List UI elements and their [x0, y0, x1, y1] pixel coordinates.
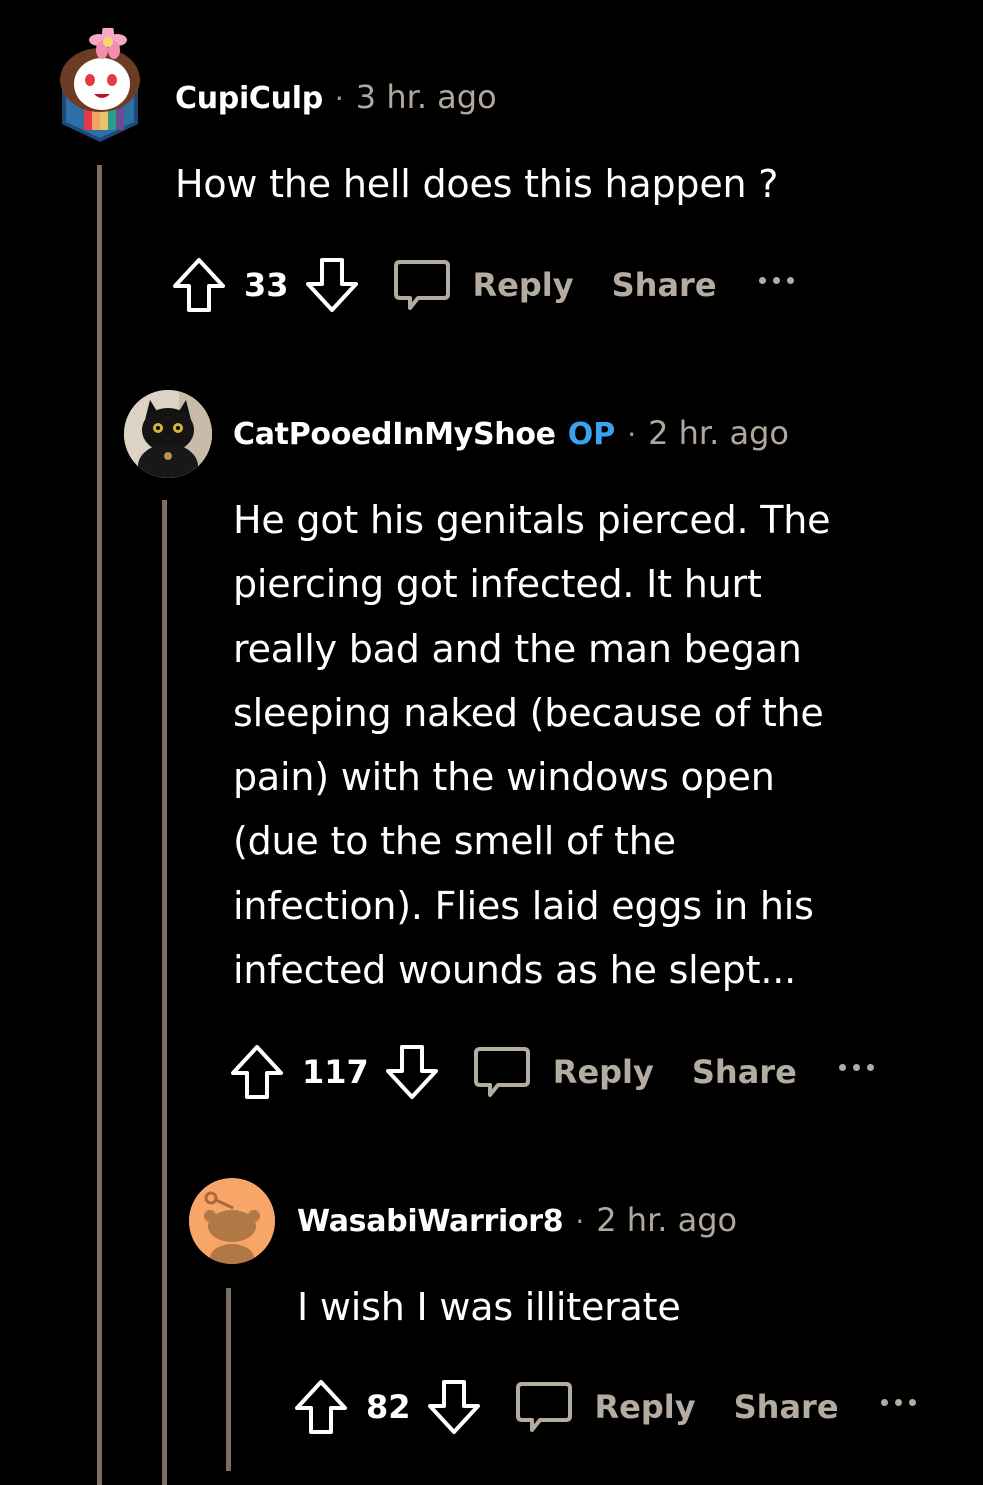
body-line: pain) with the windows open [233, 755, 775, 800]
thread-line-level-1[interactable] [97, 165, 102, 1485]
timestamp[interactable]: 2 hr. ago [648, 414, 789, 452]
comment-body: I wish I was illiterate [297, 1285, 681, 1329]
comment-bubble-icon[interactable] [513, 1378, 575, 1436]
share-button[interactable]: Share [692, 1053, 797, 1091]
comment-meta: CupiCulp · 3 hr. ago [175, 78, 497, 116]
comment-body: He got his genitals pierced. The piercin… [233, 488, 831, 1002]
score: 33 [244, 266, 289, 304]
downvote-icon[interactable] [425, 1378, 483, 1436]
comment-meta: CatPooedInMyShoe OP · 2 hr. ago [233, 414, 789, 452]
reply-button[interactable]: Reply [473, 266, 574, 304]
thread-line-level-3[interactable] [226, 1288, 231, 1471]
avatar[interactable] [124, 390, 212, 478]
reply-button[interactable]: Reply [595, 1388, 696, 1426]
username[interactable]: CatPooedInMyShoe [233, 417, 556, 452]
body-line: piercing got infected. It hurt [233, 562, 762, 607]
username[interactable]: WasabiWarrior8 [297, 1204, 564, 1239]
score: 82 [366, 1388, 411, 1426]
share-button[interactable]: Share [734, 1388, 839, 1426]
body-line: really bad and the man began [233, 626, 802, 671]
share-button[interactable]: Share [612, 266, 717, 304]
upvote-icon[interactable] [228, 1043, 286, 1101]
more-options-icon[interactable] [758, 270, 794, 290]
black-cat-photo-avatar-icon [124, 390, 212, 478]
default-snoo-avatar-icon [189, 1178, 275, 1264]
op-badge: OP [567, 417, 616, 452]
body-line: (due to the smell of the [233, 819, 676, 864]
downvote-icon[interactable] [383, 1043, 441, 1101]
avatar[interactable] [189, 1178, 275, 1264]
comment-bubble-icon[interactable] [471, 1043, 533, 1101]
comment-actions: 33 Reply Share [170, 255, 794, 315]
comment-meta: WasabiWarrior8 · 2 hr. ago [297, 1201, 737, 1239]
more-options-icon[interactable] [838, 1057, 874, 1077]
reply-button[interactable]: Reply [553, 1053, 654, 1091]
body-line: infected wounds as he slept... [233, 948, 796, 993]
meta-separator: · [627, 418, 637, 451]
timestamp[interactable]: 3 hr. ago [356, 78, 497, 116]
body-line: sleeping naked (because of the [233, 690, 824, 735]
username[interactable]: CupiCulp [175, 81, 323, 116]
body-line: infection). Flies laid eggs in his [233, 883, 814, 928]
timestamp[interactable]: 2 hr. ago [596, 1201, 737, 1239]
downvote-icon[interactable] [303, 256, 361, 314]
meta-separator: · [334, 82, 344, 115]
comment-actions: 117 Reply Share [228, 1042, 874, 1102]
avatar[interactable] [50, 23, 150, 142]
upvote-icon[interactable] [170, 256, 228, 314]
more-options-icon[interactable] [880, 1392, 916, 1412]
comment-actions: 82 Reply Share [292, 1377, 916, 1437]
comment-body: How the hell does this happen ? [175, 162, 779, 206]
pink-flower-character-avatar-icon [60, 23, 140, 142]
comment-bubble-icon[interactable] [391, 256, 453, 314]
meta-separator: · [575, 1205, 585, 1238]
body-line: He got his genitals pierced. The [233, 498, 831, 542]
upvote-icon[interactable] [292, 1378, 350, 1436]
score: 117 [302, 1053, 369, 1091]
thread-line-level-2[interactable] [162, 500, 167, 1485]
